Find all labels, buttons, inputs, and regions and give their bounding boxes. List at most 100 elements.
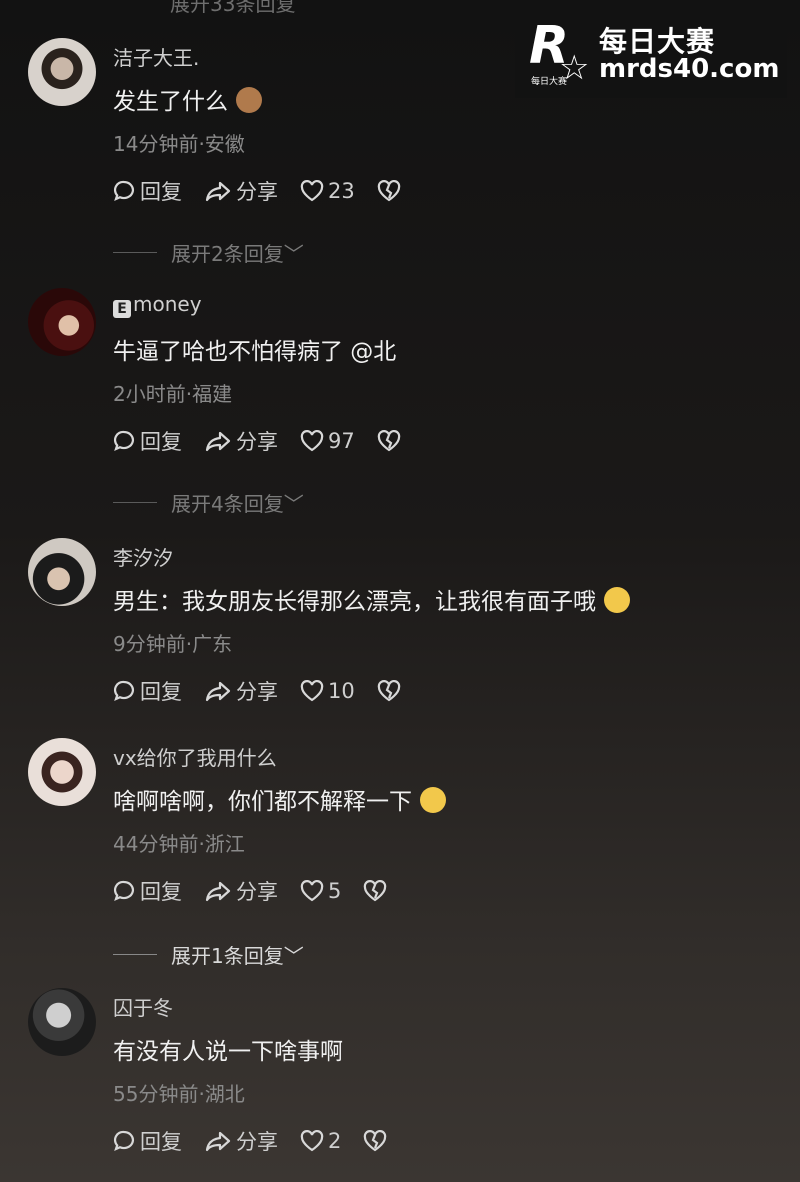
comment-actions: 回复 分享 5 — [112, 878, 413, 904]
expand-label: 展开4条回复 — [171, 492, 284, 516]
reply-label: 回复 — [140, 430, 182, 454]
collapsed-replies-top[interactable]: 展开33条回复 — [170, 0, 295, 17]
expand-replies-button[interactable]: 展开1条回复 ﹀ — [113, 940, 304, 969]
avatar[interactable] — [28, 738, 96, 806]
divider-line — [113, 502, 157, 503]
like-count: 97 — [328, 429, 355, 453]
crying-emoji-icon — [420, 787, 446, 813]
share-button[interactable]: 分享 — [204, 426, 278, 456]
expand-label: 展开1条回复 — [171, 944, 284, 968]
share-arrow-icon — [205, 881, 231, 902]
comment-actions: 回复 分享 2 — [112, 1128, 413, 1154]
reply-label: 回复 — [140, 680, 182, 704]
watermark-logo: R ☆ 每日大赛 每日大赛 mrds40.com — [515, 10, 787, 98]
broken-heart-icon — [364, 880, 387, 902]
comment-actions: 回复 分享 10 — [112, 678, 427, 704]
expand-label: 展开2条回复 — [171, 242, 284, 266]
avatar[interactable] — [28, 38, 96, 106]
comment-bubble-icon — [113, 680, 134, 702]
share-arrow-icon — [205, 681, 231, 702]
smile-emoji-icon — [604, 587, 630, 613]
broken-heart-icon — [377, 430, 400, 452]
reply-button[interactable]: 回复 — [112, 176, 182, 206]
like-count: 10 — [328, 679, 355, 703]
avatar[interactable] — [28, 538, 96, 606]
avatar[interactable] — [28, 988, 96, 1056]
share-label: 分享 — [236, 880, 278, 904]
expand-replies-button[interactable]: 展开2条回复 ﹀ — [113, 238, 304, 267]
share-arrow-icon — [205, 1131, 231, 1152]
dislike-button[interactable] — [363, 1130, 391, 1152]
broken-heart-icon — [364, 1130, 387, 1152]
reply-button[interactable]: 回复 — [112, 876, 182, 906]
comment-text-body: 啥啊啥啊，你们都不解释一下 — [113, 789, 412, 815]
comment-actions: 回复 分享 97 — [112, 428, 427, 454]
comment-username[interactable]: 洁子大王. — [113, 42, 199, 71]
divider-line — [113, 954, 157, 955]
share-button[interactable]: 分享 — [204, 176, 278, 206]
username-text: money — [133, 292, 202, 316]
heart-icon — [300, 680, 324, 702]
dislike-button[interactable] — [377, 180, 405, 202]
reply-button[interactable]: 回复 — [112, 676, 182, 706]
comment-meta: 9分钟前·广东 — [113, 632, 233, 656]
share-label: 分享 — [236, 680, 278, 704]
comment-bubble-icon — [113, 880, 134, 902]
comment-text: 有没有人说一下啥事啊 — [113, 1039, 343, 1065]
broken-heart-icon — [377, 680, 400, 702]
avatar[interactable] — [28, 288, 96, 356]
like-button[interactable]: 5 — [300, 879, 341, 903]
divider-line — [113, 252, 157, 253]
comment-bubble-icon — [113, 430, 134, 452]
share-arrow-icon — [205, 431, 231, 452]
like-count: 2 — [328, 1129, 342, 1153]
logo-small-text: 每日大赛 — [531, 77, 568, 87]
comment-text: 牛逼了哈也不怕得病了 @北 — [113, 339, 397, 365]
like-button[interactable]: 23 — [300, 179, 355, 203]
chevron-down-icon: ﹀ — [283, 944, 304, 968]
share-label: 分享 — [236, 1130, 278, 1154]
comment-meta: 44分钟前·浙江 — [113, 832, 245, 856]
brand-logo: R ☆ 每日大赛 — [529, 16, 589, 88]
reply-button[interactable]: 回复 — [112, 426, 182, 456]
chevron-down-icon: ﹀ — [283, 492, 304, 516]
bear-emoji-icon — [236, 87, 262, 113]
comment-actions: 回复 分享 23 — [112, 178, 427, 204]
like-button[interactable]: 10 — [300, 679, 355, 703]
dislike-button[interactable] — [377, 430, 405, 452]
reply-label: 回复 — [140, 180, 182, 204]
comment-bubble-icon — [113, 1130, 134, 1152]
reply-label: 回复 — [140, 880, 182, 904]
comment-username[interactable]: 囚于冬 — [113, 992, 173, 1021]
share-button[interactable]: 分享 — [204, 876, 278, 906]
share-arrow-icon — [205, 181, 231, 202]
comment-text: 发生了什么 — [113, 82, 262, 116]
heart-icon — [300, 1130, 324, 1152]
comment-username[interactable]: 李汐汐 — [113, 542, 173, 571]
reply-button[interactable]: 回复 — [112, 1126, 182, 1156]
chevron-down-icon: ﹀ — [283, 242, 304, 266]
broken-heart-icon — [377, 180, 400, 202]
share-button[interactable]: 分享 — [204, 676, 278, 706]
dislike-button[interactable] — [377, 680, 405, 702]
comment-meta: 55分钟前·湖北 — [113, 1082, 245, 1106]
expand-replies-button[interactable]: 展开4条回复 ﹀ — [113, 488, 304, 517]
comment-bubble-icon — [113, 180, 134, 202]
comment-meta: 2小时前·福建 — [113, 382, 233, 406]
share-label: 分享 — [236, 180, 278, 204]
comment-username[interactable]: Emoney — [113, 292, 202, 318]
comment-text-body: 发生了什么 — [113, 89, 228, 115]
like-button[interactable]: 2 — [300, 1129, 341, 1153]
heart-icon — [300, 880, 324, 902]
dislike-button[interactable] — [363, 880, 391, 902]
watermark-url: mrds40.com — [599, 54, 780, 84]
reply-label: 回复 — [140, 1130, 182, 1154]
comment-meta: 14分钟前·安徽 — [113, 132, 245, 156]
badge-icon: E — [113, 300, 131, 318]
comment-text: 男生：我女朋友长得那么漂亮，让我很有面子哦 — [113, 582, 630, 616]
heart-icon — [300, 430, 324, 452]
share-button[interactable]: 分享 — [204, 1126, 278, 1156]
like-button[interactable]: 97 — [300, 429, 355, 453]
like-count: 23 — [328, 179, 355, 203]
comment-username[interactable]: vx给你了我用什么 — [113, 742, 277, 771]
